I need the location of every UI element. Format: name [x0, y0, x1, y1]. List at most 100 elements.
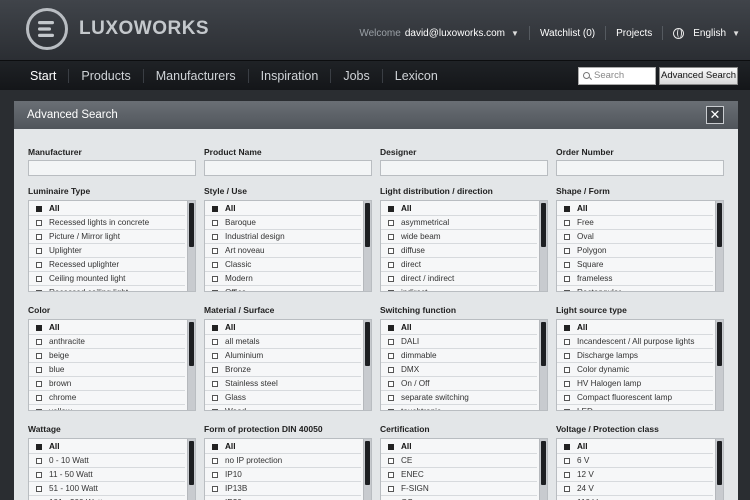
scrollbar[interactable] — [187, 320, 195, 410]
scrollbar-thumb[interactable] — [365, 203, 370, 247]
list-item[interactable]: All — [557, 440, 713, 454]
list-item[interactable]: diffuse — [381, 244, 537, 258]
checkbox[interactable] — [36, 339, 42, 345]
scrollbar[interactable] — [539, 201, 547, 291]
list-item[interactable]: chrome — [29, 391, 185, 405]
list-item[interactable]: DALI — [381, 335, 537, 349]
list-item[interactable]: All — [557, 321, 713, 335]
checkbox[interactable] — [212, 395, 218, 401]
product-name-input[interactable] — [204, 160, 372, 176]
list-item[interactable]: Glass — [205, 391, 361, 405]
checkbox[interactable] — [388, 444, 394, 450]
scrollbar[interactable] — [539, 320, 547, 410]
list-item[interactable]: Wood — [205, 405, 361, 410]
checkbox[interactable] — [212, 367, 218, 373]
list-item[interactable]: 51 - 100 Watt — [29, 482, 185, 496]
checkbox[interactable] — [212, 276, 218, 282]
list-item[interactable]: Ceiling mounted light — [29, 272, 185, 286]
scrollbar[interactable] — [363, 439, 371, 500]
shape-form-list[interactable]: All Free Oval Polygon Square frameless Rectang… — [556, 200, 724, 292]
scrollbar-thumb[interactable] — [717, 203, 722, 247]
list-item[interactable]: no IP protection — [205, 454, 361, 468]
checkbox[interactable] — [36, 486, 42, 492]
list-item[interactable]: frameless — [557, 272, 713, 286]
checkbox[interactable] — [36, 248, 42, 254]
list-item[interactable]: HV Halogen lamp — [557, 377, 713, 391]
voltage-protection-class-list[interactable]: All 6 V 12 V 24 V 110 V — [556, 438, 724, 500]
scrollbar[interactable] — [187, 201, 195, 291]
list-item[interactable]: wide beam — [381, 230, 537, 244]
list-item[interactable]: Industrial design — [205, 230, 361, 244]
scrollbar-thumb[interactable] — [365, 441, 370, 485]
list-item[interactable]: LED — [557, 405, 713, 410]
list-item[interactable]: Oval — [557, 230, 713, 244]
list-item[interactable]: asymmetrical — [381, 216, 537, 230]
list-item[interactable]: All — [29, 202, 185, 216]
list-item[interactable]: Rectangular — [557, 286, 713, 291]
checkbox[interactable] — [36, 234, 42, 240]
checkbox[interactable] — [36, 353, 42, 359]
checkbox[interactable] — [36, 409, 42, 410]
checkbox[interactable] — [564, 381, 570, 387]
list-item[interactable]: All — [29, 321, 185, 335]
list-item[interactable]: All — [205, 440, 361, 454]
close-icon[interactable]: ✕ — [706, 106, 724, 124]
list-item[interactable]: brown — [29, 377, 185, 391]
style-use-list[interactable]: All Baroque Industrial design Art noveau Cla… — [204, 200, 372, 292]
checkbox[interactable] — [388, 367, 394, 373]
list-item[interactable]: blue — [29, 363, 185, 377]
checkbox[interactable] — [388, 395, 394, 401]
checkbox[interactable] — [564, 248, 570, 254]
list-item[interactable]: indirect — [381, 286, 537, 291]
projects-link[interactable]: Projects — [616, 28, 652, 39]
checkbox[interactable] — [212, 458, 218, 464]
list-item[interactable]: Art noveau — [205, 244, 361, 258]
watchlist-link[interactable]: Watchlist (0) — [540, 28, 595, 39]
list-item[interactable]: 12 V — [557, 468, 713, 482]
checkbox[interactable] — [564, 444, 570, 450]
checkbox[interactable] — [388, 276, 394, 282]
list-item[interactable]: separate switching — [381, 391, 537, 405]
checkbox[interactable] — [212, 248, 218, 254]
list-item[interactable]: beige — [29, 349, 185, 363]
checkbox[interactable] — [388, 262, 394, 268]
list-item[interactable]: 24 V — [557, 482, 713, 496]
list-item[interactable]: Discharge lamps — [557, 349, 713, 363]
list-item[interactable]: IP10 — [205, 468, 361, 482]
list-item[interactable]: Recessed lights in concrete — [29, 216, 185, 230]
checkbox[interactable] — [212, 472, 218, 478]
checkbox[interactable] — [36, 381, 42, 387]
light-source-type-list[interactable]: All Incandescent / All purpose lights Disc… — [556, 319, 724, 411]
list-item[interactable]: All — [381, 440, 537, 454]
checkbox[interactable] — [212, 325, 218, 331]
list-item[interactable]: F-SIGN — [381, 482, 537, 496]
checkbox[interactable] — [36, 276, 42, 282]
checkbox[interactable] — [564, 458, 570, 464]
scrollbar[interactable] — [715, 320, 723, 410]
checkbox[interactable] — [564, 409, 570, 410]
checkbox[interactable] — [36, 262, 42, 268]
list-item[interactable]: 110 V — [557, 496, 713, 500]
checkbox[interactable] — [212, 353, 218, 359]
checkbox[interactable] — [564, 339, 570, 345]
user-account-menu[interactable]: david@luxoworks.com ▼ — [405, 28, 519, 39]
checkbox[interactable] — [388, 234, 394, 240]
list-item[interactable]: Polygon — [557, 244, 713, 258]
scrollbar-thumb[interactable] — [365, 322, 370, 366]
checkbox[interactable] — [36, 325, 42, 331]
scrollbar-thumb[interactable] — [541, 322, 546, 366]
list-item[interactable]: Recessed uplighter — [29, 258, 185, 272]
checkbox[interactable] — [564, 290, 570, 291]
list-item[interactable]: all metals — [205, 335, 361, 349]
checkbox[interactable] — [564, 486, 570, 492]
list-item[interactable]: IP13B — [205, 482, 361, 496]
wattage-list[interactable]: All 0 - 10 Watt 11 - 50 Watt 51 - 100 Watt 1… — [28, 438, 196, 500]
form-of-protection-din-40050-list[interactable]: All no IP protection IP10 IP13B IP20 — [204, 438, 372, 500]
scrollbar-thumb[interactable] — [541, 203, 546, 247]
list-item[interactable]: 101 - 200 Watt — [29, 496, 185, 500]
nav-item-lexicon[interactable]: Lexicon — [383, 69, 450, 83]
switching-function-list[interactable]: All DALI dimmable DMX On / Off separate switc… — [380, 319, 548, 411]
scrollbar-thumb[interactable] — [189, 441, 194, 485]
checkbox[interactable] — [388, 290, 394, 291]
material-surface-list[interactable]: All all metals Aluminium Bronze Stainless st… — [204, 319, 372, 411]
